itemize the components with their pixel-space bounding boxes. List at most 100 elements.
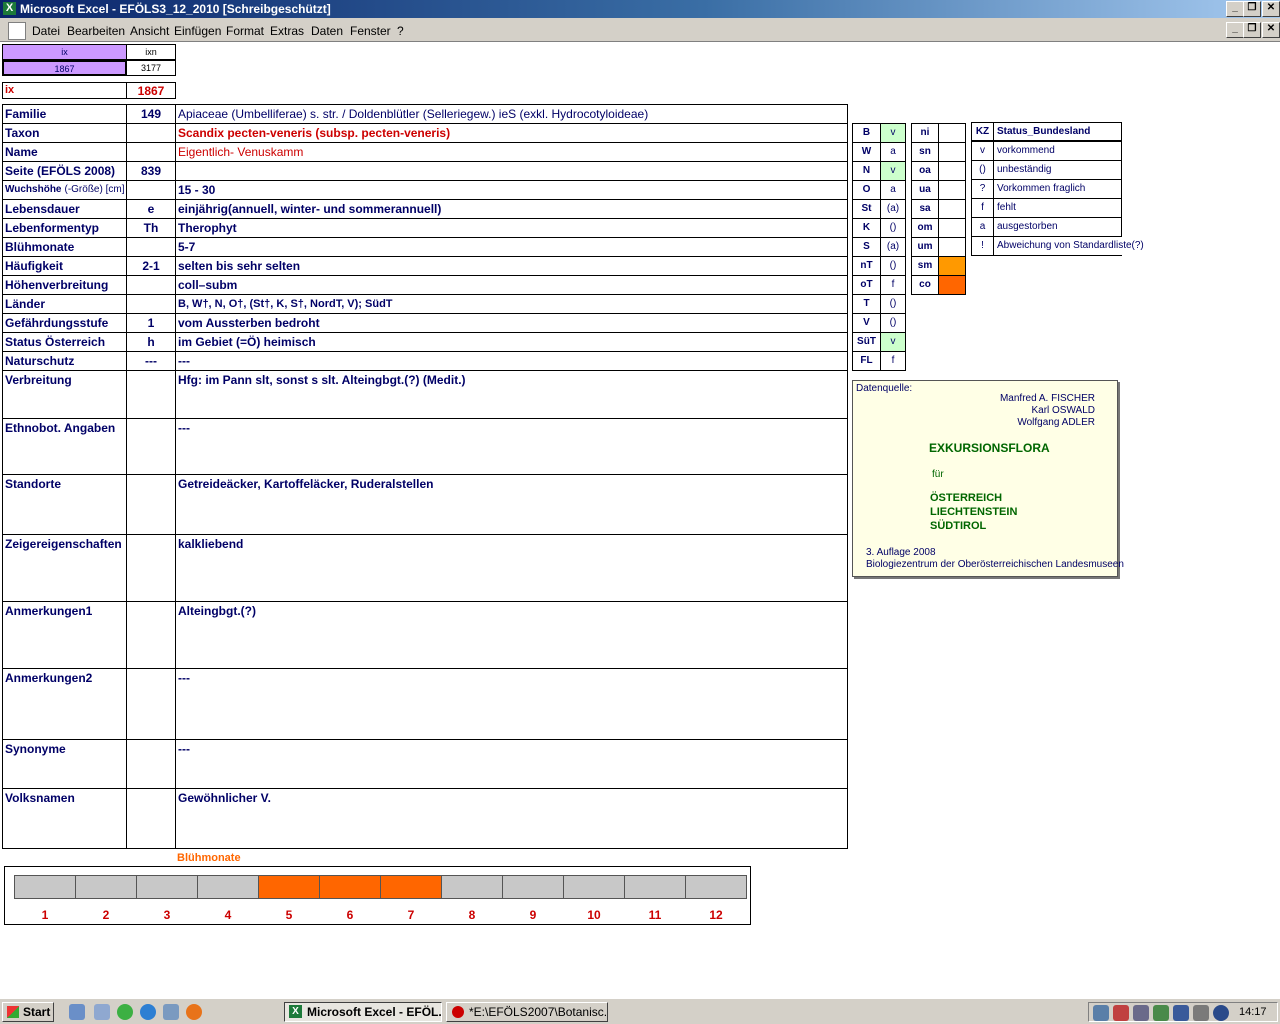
ix-label[interactable]: ix [2, 82, 127, 99]
region-status[interactable]: v [880, 161, 906, 181]
altitude-flag[interactable] [938, 123, 966, 143]
region-status[interactable]: a [880, 180, 906, 200]
outlook-icon[interactable] [163, 1004, 179, 1020]
row-label[interactable]: Wuchshöhe (-Größe) [cm] [2, 180, 127, 200]
legend-text[interactable]: unbeständig [993, 160, 1122, 180]
region-status[interactable]: () [880, 313, 906, 333]
shield-icon[interactable] [1173, 1005, 1189, 1021]
row-text[interactable] [175, 161, 848, 181]
ixn-value-cell[interactable]: 3177 [126, 60, 176, 76]
legend-text[interactable]: fehlt [993, 198, 1122, 218]
ix-big-value[interactable]: 1867 [126, 82, 176, 99]
legend-key[interactable]: f [971, 198, 994, 218]
region-code[interactable]: W [852, 142, 881, 162]
desktop-icon[interactable] [69, 1004, 85, 1020]
row-code[interactable]: 149 [126, 104, 176, 124]
row-text[interactable]: --- [175, 351, 848, 371]
region-code[interactable]: nT [852, 256, 881, 276]
row-code[interactable] [126, 275, 176, 295]
row-code[interactable] [126, 474, 176, 535]
row-label[interactable]: Synonyme [2, 739, 127, 789]
row-label[interactable]: Status Österreich [2, 332, 127, 352]
altitude-flag[interactable] [938, 199, 966, 219]
volume-icon[interactable] [1113, 1005, 1129, 1021]
row-text[interactable]: einjährig(annuell, winter- und sommerann… [175, 199, 848, 219]
menu-einfuegen[interactable]: Einfügen [174, 24, 221, 38]
legend-text[interactable]: Abweichung von Standardliste(?) [993, 236, 1144, 256]
doc-close-button[interactable]: ✕ [1262, 22, 1280, 38]
row-label[interactable]: Zeigereigenschaften [2, 534, 127, 602]
row-text[interactable]: --- [175, 418, 848, 475]
ix-value-cell[interactable]: 1867 [2, 60, 127, 76]
region-status[interactable]: v [880, 123, 906, 143]
row-label[interactable]: Familie [2, 104, 127, 124]
row-code[interactable] [126, 123, 176, 143]
row-code[interactable]: Th [126, 218, 176, 238]
security-icon[interactable] [1153, 1005, 1169, 1021]
region-code[interactable]: FL [852, 351, 881, 371]
region-status[interactable]: f [880, 275, 906, 295]
info-icon[interactable] [1213, 1005, 1229, 1021]
region-status[interactable]: v [880, 332, 906, 352]
row-code[interactable] [126, 668, 176, 740]
legend-key[interactable]: ! [971, 236, 994, 256]
start-button[interactable]: Start [2, 1002, 54, 1022]
menu-fenster[interactable]: Fenster [350, 24, 391, 38]
altitude-code[interactable]: co [911, 275, 939, 295]
row-label[interactable]: Blühmonate [2, 237, 127, 257]
altitude-code[interactable]: oa [911, 161, 939, 181]
row-text[interactable]: 5-7 [175, 237, 848, 257]
menu-help[interactable]: ? [397, 24, 404, 38]
row-label[interactable]: Häufigkeit [2, 256, 127, 276]
region-status[interactable]: () [880, 294, 906, 314]
region-status[interactable]: () [880, 256, 906, 276]
altitude-flag[interactable] [938, 275, 966, 295]
altitude-flag[interactable] [938, 256, 966, 276]
region-code[interactable]: T [852, 294, 881, 314]
altitude-flag[interactable] [938, 237, 966, 257]
row-code[interactable] [126, 142, 176, 162]
legend-key[interactable]: v [971, 141, 994, 161]
row-label[interactable]: Höhenverbreitung [2, 275, 127, 295]
row-code[interactable] [126, 180, 176, 200]
network-icon[interactable] [1093, 1005, 1109, 1021]
region-status[interactable]: f [880, 351, 906, 371]
row-text[interactable]: B, W†, N, O†, (St†, K, S†, NordT, V); Sü… [175, 294, 848, 314]
region-code[interactable]: K [852, 218, 881, 238]
row-label[interactable]: Gefährdungsstufe [2, 313, 127, 333]
row-code[interactable]: e [126, 199, 176, 219]
legend-text[interactable]: vorkommend [993, 141, 1122, 161]
row-label[interactable]: Volksnamen [2, 788, 127, 849]
minimize-button[interactable]: _ [1226, 1, 1244, 17]
altitude-code[interactable]: sn [911, 142, 939, 162]
region-code[interactable]: S [852, 237, 881, 257]
altitude-code[interactable]: ni [911, 123, 939, 143]
legend-text[interactable]: ausgestorben [993, 217, 1122, 237]
row-text[interactable]: vom Aussterben bedroht [175, 313, 848, 333]
row-code[interactable] [126, 294, 176, 314]
row-text[interactable]: --- [175, 668, 848, 740]
region-code[interactable]: SüT [852, 332, 881, 352]
search-icon[interactable] [1133, 1005, 1149, 1021]
region-code[interactable]: V [852, 313, 881, 333]
row-text[interactable]: im Gebiet (=Ö) heimisch [175, 332, 848, 352]
region-code[interactable]: B [852, 123, 881, 143]
row-text[interactable]: Getreideäcker, Kartoffeläcker, Ruderalst… [175, 474, 848, 535]
row-code[interactable]: 2-1 [126, 256, 176, 276]
menu-daten[interactable]: Daten [311, 24, 343, 38]
row-label[interactable]: Naturschutz [2, 351, 127, 371]
close-button[interactable]: ✕ [1262, 1, 1280, 17]
row-text[interactable]: coll–subm [175, 275, 848, 295]
altitude-code[interactable]: sa [911, 199, 939, 219]
row-text[interactable]: Gewöhnlicher V. [175, 788, 848, 849]
ixn-header[interactable]: ixn [126, 44, 176, 60]
row-code[interactable] [126, 237, 176, 257]
ix-header[interactable]: ix [2, 44, 127, 60]
legend-heading[interactable]: Status_Bundesland [993, 122, 1122, 141]
usb-icon[interactable] [1193, 1005, 1209, 1021]
row-code[interactable] [126, 788, 176, 849]
altitude-code[interactable]: om [911, 218, 939, 238]
row-label[interactable]: Name [2, 142, 127, 162]
region-code[interactable]: St [852, 199, 881, 219]
region-status[interactable]: () [880, 218, 906, 238]
